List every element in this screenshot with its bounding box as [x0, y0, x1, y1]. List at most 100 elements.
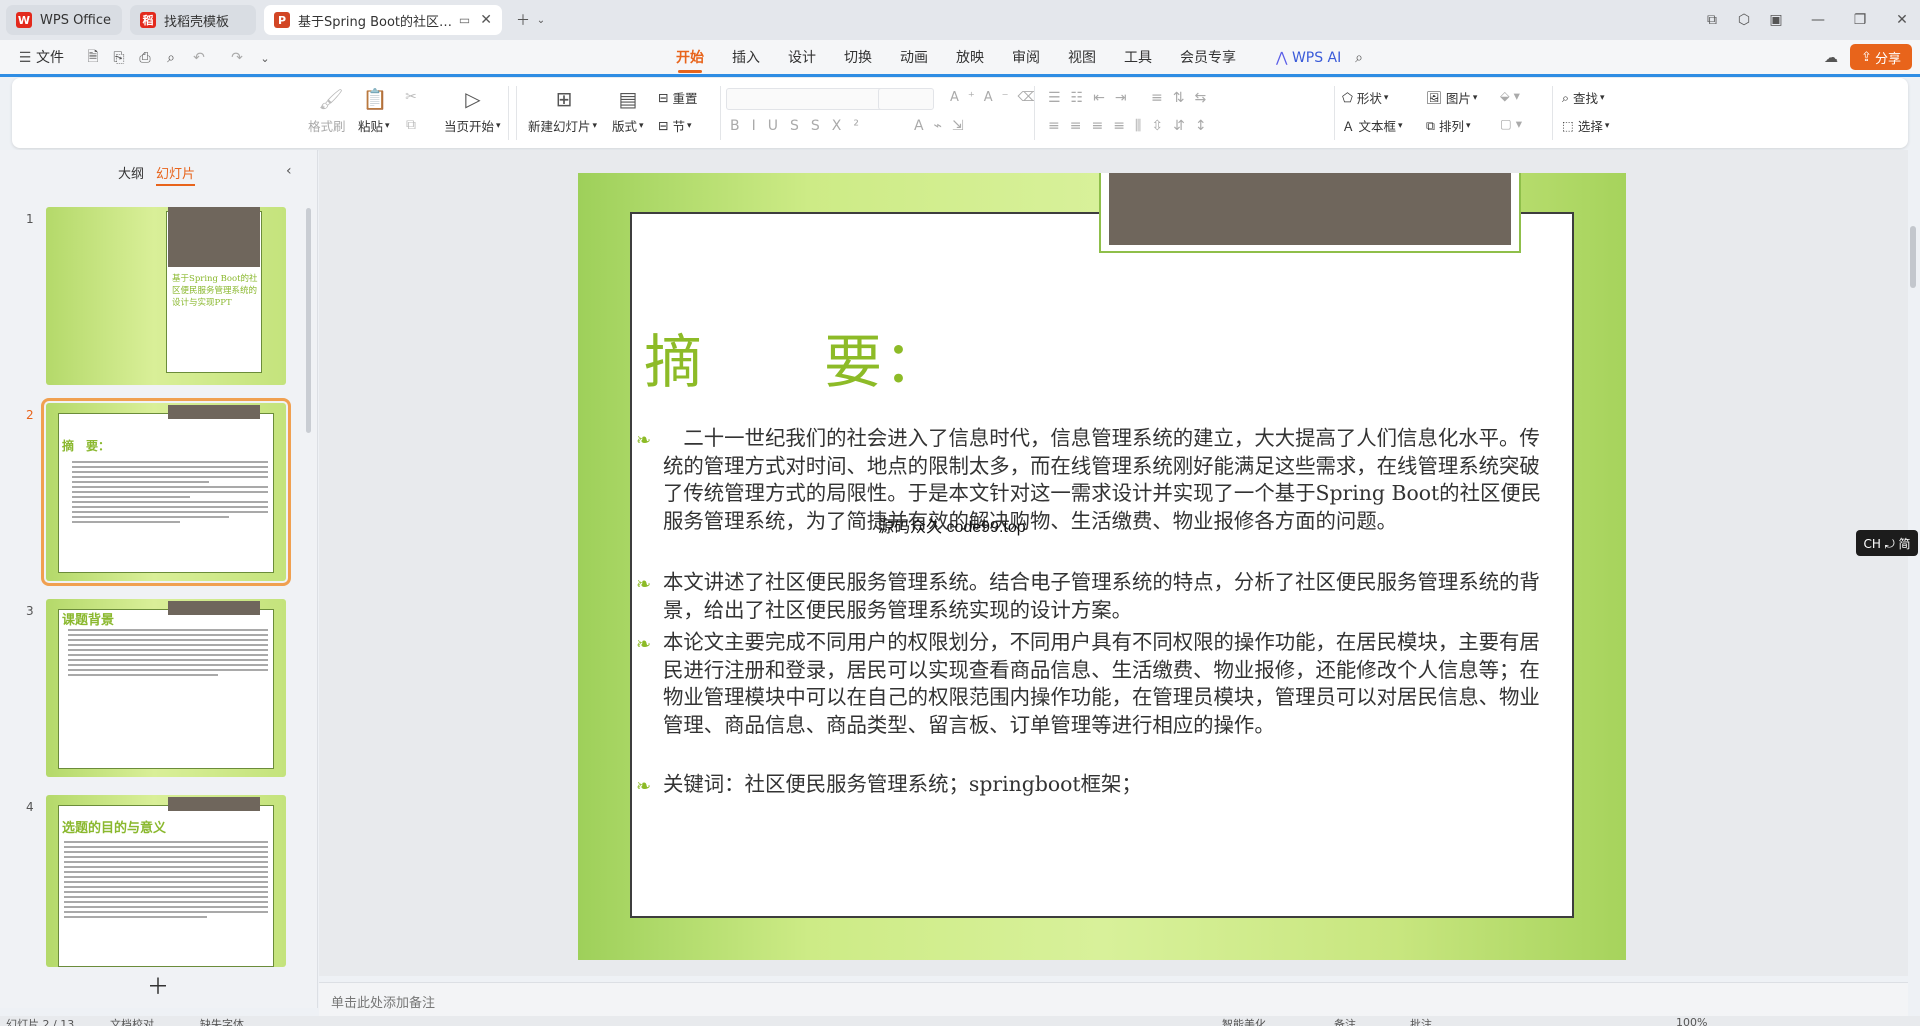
shape-button[interactable]: ⬠ 形状 ▾ — [1342, 88, 1388, 107]
play-from-current-button[interactable]: 当页开始 ▾ — [444, 116, 501, 135]
tab-slides[interactable]: 幻灯片 — [156, 163, 196, 186]
spellcheck-status[interactable]: 文档校对 — [110, 1016, 154, 1026]
slide-thumbnail-2[interactable]: 摘 要： — [41, 398, 291, 586]
minimize-icon[interactable]: — — [1806, 8, 1830, 32]
fill-icon[interactable]: ⬙ ▾ — [1500, 88, 1520, 103]
slide-heading[interactable]: 摘 要： — [644, 315, 944, 399]
print-icon[interactable]: ⎙ — [136, 49, 154, 67]
slide-header-bar — [1109, 173, 1511, 245]
share-button[interactable]: ⇪ 分享 — [1850, 44, 1912, 70]
format-painter-icon[interactable]: 🖌 — [318, 86, 344, 112]
notes-placeholder: 单击此处添加备注 — [331, 996, 436, 1011]
new-slide-button[interactable]: 新建幻灯片 ▾ — [528, 116, 597, 135]
monitor-icon[interactable]: ▭ — [459, 13, 470, 27]
font-style-icons[interactable]: BIUSSX² — [730, 118, 871, 134]
alignment-icons[interactable]: ≡≡≡≡⫼⇳⇵↕ — [1048, 118, 1217, 134]
cut-icon[interactable]: ✂ — [402, 88, 420, 106]
paste-button[interactable]: 粘贴 ▾ — [358, 116, 390, 135]
tab-template-store[interactable]: 稻 找稻壳模板 — [130, 5, 256, 35]
close-window-icon[interactable]: ✕ — [1890, 8, 1914, 32]
export-icon[interactable]: ⎘ — [110, 49, 128, 67]
menu-insert[interactable]: 插入 — [732, 40, 760, 76]
section-icon: ⊟ — [658, 118, 669, 133]
play-icon[interactable]: ▷ — [460, 86, 486, 112]
cube-icon[interactable]: ⬡ — [1732, 8, 1756, 32]
reset-button[interactable]: ⊟ 重置 — [658, 88, 698, 107]
accent-line — [0, 74, 1920, 77]
menu-slideshow[interactable]: 放映 — [956, 40, 984, 76]
file-menu[interactable]: 文件 — [36, 40, 64, 76]
tab-current-document[interactable]: P 基于Spring Boot的社区便民 ▭ ✕ — [264, 5, 502, 35]
picture-button[interactable]: 🖼 图片 ▾ — [1426, 88, 1477, 107]
find-icon: ⌕ — [1562, 89, 1570, 105]
list-indent-icons[interactable]: ☰☷⇤⇥ ≡⇅⇆ — [1048, 90, 1216, 106]
tab-outline[interactable]: 大纲 — [118, 163, 144, 182]
thumbnail-number: 3 — [26, 604, 34, 618]
font-size-select[interactable] — [878, 88, 934, 110]
close-tab-icon[interactable]: ✕ — [480, 12, 492, 28]
textbox-button[interactable]: Ａ 文本框 ▾ — [1342, 116, 1403, 135]
notes-toggle[interactable]: 备注 — [1334, 1016, 1356, 1026]
missing-font-status[interactable]: 缺失字体 — [200, 1016, 244, 1026]
bullet-paragraph-2[interactable]: ❧ 本文讲述了社区便民服务管理系统。结合电子管理系统的特点，分析了社区便民服务管… — [636, 569, 1550, 624]
print-preview-icon[interactable]: ⌕ — [162, 49, 180, 67]
comments-toggle[interactable]: 批注 — [1410, 1016, 1432, 1026]
arrange-button[interactable]: ⧉ 排列 ▾ — [1426, 116, 1470, 135]
avatar[interactable]: ▣ — [1764, 8, 1788, 32]
slide-thumbnail-4[interactable]: 选题的目的与意义 — [46, 795, 286, 967]
copy-icon[interactable]: ⧉ — [402, 116, 420, 134]
tab-wps-office[interactable]: W WPS Office — [6, 5, 122, 35]
window-layout-icon[interactable]: ⧉ — [1700, 8, 1724, 32]
thumbnail-header-bar — [168, 797, 260, 811]
zoom-level[interactable]: 100% — [1676, 1016, 1707, 1026]
format-painter-button[interactable]: 格式刷 — [308, 116, 346, 135]
tab-list-chevron-icon[interactable]: ⌄ — [529, 8, 553, 32]
select-button[interactable]: ⬚ 选择 ▾ — [1562, 116, 1609, 135]
menu-bar: ☰ 文件 🗎 ⎘ ⎙ ⌕ ↶ ↷ ⌄ 开始 插入 设计 切换 动画 放映 审阅 … — [0, 40, 1920, 76]
font-color-icons[interactable]: A⌁⇲ — [914, 118, 974, 134]
thumbnail-scrollbar[interactable] — [306, 208, 311, 433]
canvas-scrollbar-thumb[interactable] — [1910, 226, 1916, 288]
bullet-paragraph-3[interactable]: ❧ 本论文主要完成不同用户的权限划分，不同用户具有不同权限的操作功能，在居民模块… — [636, 629, 1550, 739]
save-icon[interactable]: 🗎 — [84, 49, 102, 67]
bullet-paragraph-4[interactable]: ❧ 关键词：社区便民服务管理系统；springboot框架； — [636, 771, 1550, 799]
separator — [1552, 86, 1553, 140]
watermark-text: 源码众久 code99.top — [878, 519, 1026, 536]
undo-icon[interactable]: ↶ — [190, 49, 208, 67]
slide-thumbnail-3[interactable]: 课题背景 — [46, 599, 286, 777]
find-button[interactable]: ⌕ 查找 ▾ — [1562, 88, 1605, 107]
paste-icon[interactable]: 📋 — [362, 86, 388, 112]
current-slide[interactable]: 摘 要： ❧ 二十一世纪我们的社会进入了信息时代，信息管理系统的建立，大大提高了… — [578, 173, 1626, 960]
menu-design[interactable]: 设计 — [788, 40, 816, 76]
collapse-panel-icon[interactable]: ‹ — [286, 163, 292, 179]
smart-beautify-button[interactable]: 智能美化 — [1222, 1016, 1266, 1026]
restore-icon[interactable]: ❐ — [1848, 8, 1872, 32]
menu-transitions[interactable]: 切换 — [844, 40, 872, 76]
font-grow-shrink-icons[interactable]: A⁺A⁻⌫ — [950, 90, 1045, 105]
menu-view[interactable]: 视图 — [1068, 40, 1096, 76]
wps-ai-button[interactable]: ⋀ WPS AI — [1276, 40, 1341, 76]
slide-thumbnail-1[interactable]: 基于Spring Boot的社区便民服务管理系统的设计与实现PPT — [46, 207, 286, 385]
cloud-sync-icon[interactable]: ☁ — [1822, 49, 1840, 67]
menu-tools[interactable]: 工具 — [1124, 40, 1152, 76]
separator — [1034, 86, 1035, 140]
notes-pane[interactable]: 单击此处添加备注 — [319, 982, 1908, 1016]
search-icon[interactable]: ⌕ — [1350, 49, 1368, 67]
layout-button[interactable]: 版式 ▾ — [612, 116, 644, 135]
layout-icon[interactable]: ▤ — [615, 86, 641, 112]
redo-icon[interactable]: ↷ — [228, 49, 246, 67]
section-button[interactable]: ⊟ 节 ▾ — [658, 116, 692, 135]
hamburger-icon[interactable]: ☰ — [16, 49, 34, 67]
font-family-select[interactable] — [726, 88, 890, 110]
add-slide-icon[interactable]: ＋ — [147, 975, 169, 1000]
new-slide-icon[interactable]: ⊞ — [551, 86, 577, 112]
quick-access-chevron-icon[interactable]: ⌄ — [256, 49, 274, 67]
menu-home[interactable]: 开始 — [676, 40, 704, 76]
outline-icon[interactable]: ▢ ▾ — [1500, 116, 1522, 131]
menu-member[interactable]: 会员专享 — [1180, 40, 1236, 76]
bullet-paragraph-1[interactable]: ❧ 二十一世纪我们的社会进入了信息时代，信息管理系统的建立，大大提高了人们信息化… — [636, 425, 1550, 535]
menu-animations[interactable]: 动画 — [900, 40, 928, 76]
menu-review[interactable]: 审阅 — [1012, 40, 1040, 76]
picture-icon: 🖼 — [1426, 89, 1442, 105]
ime-indicator[interactable]: CH ⤾ 简 — [1856, 530, 1918, 556]
